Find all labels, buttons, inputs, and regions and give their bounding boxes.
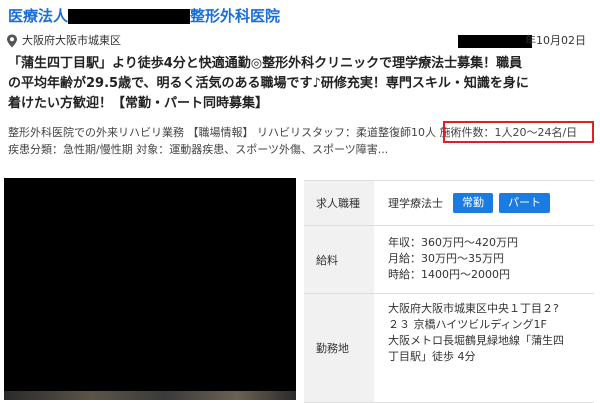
workplace-photo <box>4 178 296 400</box>
headline-line[interactable]: 着けたい方歓迎！【常勤・パート同時募集】 <box>8 94 594 114</box>
work-location-row: 勤務地 大阪府大阪市城東区中央１丁目２? ２３ 京橋ハイツビルディング1F 大阪… <box>304 294 594 403</box>
headline-line[interactable]: の平均年齢が29.5歳で、明るく活気のある職場です♪研修充実！専門スキル・知識を… <box>8 74 594 94</box>
clinic-title-prefix[interactable]: 医療法人 <box>8 4 68 28</box>
parttime-tag: パート <box>499 193 550 213</box>
location-text: 大阪府大阪市城東区 <box>22 34 121 47</box>
salary-label: 給料 <box>304 226 374 293</box>
job-type-label: 求人職種 <box>304 181 374 225</box>
posting-date: 年10月02日 <box>525 34 586 47</box>
fulltime-tag: 常勤 <box>453 193 493 213</box>
work-location-label: 勤務地 <box>304 294 374 402</box>
address-line: 大阪府大阪市城東区中央１丁目２? <box>388 302 559 315</box>
work-location-value: 大阪府大阪市城東区中央１丁目２? ２３ 京橋ハイツビルディング1F 大阪メトロ長… <box>388 294 594 365</box>
job-headline[interactable]: 「蒲生四丁目駅」より徒歩4分と快適通勤◎整形外科クリニックで理学療法士募集！職員… <box>8 54 594 114</box>
address-line: 丁目駅」徒歩 4分 <box>388 350 476 363</box>
salary-row: 給料 年収：360万円〜420万円 月給：30万円〜35万円 時給：1400円〜… <box>304 226 594 294</box>
salary-line: 年収：360万円〜420万円 <box>388 236 518 249</box>
redacted-name-block <box>68 9 190 24</box>
map-pin-icon <box>7 34 17 48</box>
job-type-name: 理学療法士 <box>388 197 443 210</box>
highlight-annotation-box <box>443 121 594 143</box>
description-line: 疾患分類：急性期/慢性期 対象：運動器疾患、スポーツ外傷、スポーツ障害... <box>8 143 389 156</box>
headline-line[interactable]: 「蒲生四丁目駅」より徒歩4分と快適通勤◎整形外科クリニックで理学療法士募集！職員 <box>8 54 594 74</box>
job-type-value: 理学療法士 常勤 パート <box>388 181 594 225</box>
salary-line: 時給：1400円〜2000円 <box>388 268 510 281</box>
address-line: 大阪メトロ長堀鶴見緑地線「蒲生四 <box>388 334 564 347</box>
job-type-row: 求人職種 理学療法士 常勤 パート <box>304 181 594 226</box>
job-details-table: 求人職種 理学療法士 常勤 パート 給料 年収：360万円〜420万円 月給：3… <box>304 180 594 403</box>
redacted-date-block <box>458 35 532 48</box>
salary-line: 月給：30万円〜35万円 <box>388 252 504 265</box>
address-line: ２３ 京橋ハイツビルディング1F <box>388 318 547 331</box>
salary-value: 年収：360万円〜420万円 月給：30万円〜35万円 時給：1400円〜200… <box>388 226 594 283</box>
clinic-title-suffix[interactable]: 整形外科医院 <box>190 4 280 28</box>
photo-bottom-edge <box>4 391 296 400</box>
